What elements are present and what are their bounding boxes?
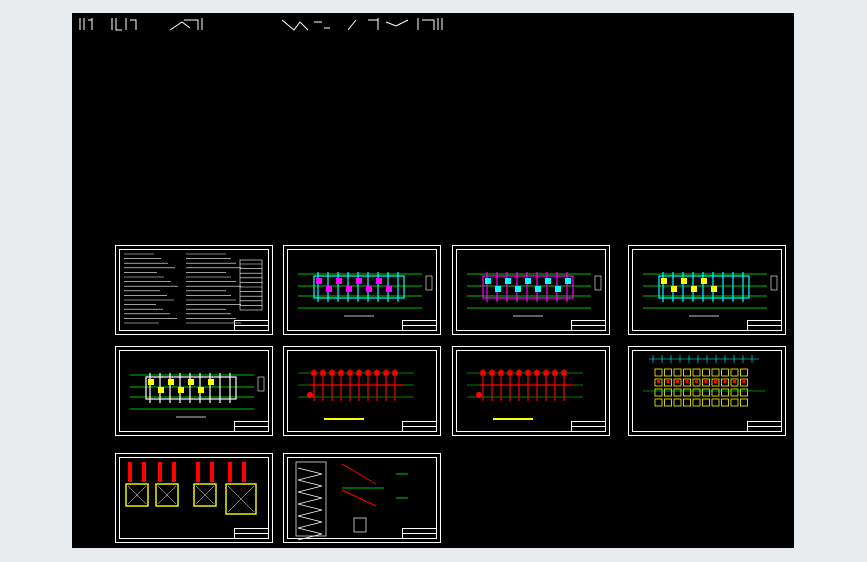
sheet-drawing bbox=[643, 355, 765, 407]
drawing-sheet-foundation-details[interactable] bbox=[115, 453, 273, 543]
drawing-canvas[interactable] bbox=[72, 13, 794, 548]
sheet-drawing bbox=[125, 462, 257, 515]
sheet-drawing bbox=[295, 461, 408, 541]
drawing-sheet-plan-4[interactable] bbox=[115, 346, 273, 436]
sheet-drawing bbox=[467, 272, 602, 317]
drawing-sheet-plan-2[interactable] bbox=[452, 245, 610, 335]
title-banner bbox=[79, 18, 443, 31]
drawing-sheet-general-notes[interactable] bbox=[115, 245, 273, 335]
sheet-drawing bbox=[298, 369, 414, 420]
drawing-sheet-plan-5[interactable] bbox=[283, 346, 441, 436]
drawing-sheet-plan-7[interactable] bbox=[628, 346, 786, 436]
drawing-sheet-stair-details[interactable] bbox=[283, 453, 441, 543]
drawing-sheet-plan-1[interactable] bbox=[283, 245, 441, 335]
drawing-sheet-plan-6[interactable] bbox=[452, 346, 610, 436]
drawing-sheet-plan-3[interactable] bbox=[628, 245, 786, 335]
sheet-drawing bbox=[643, 272, 778, 317]
sheet-drawing bbox=[130, 373, 265, 418]
sheet-drawing bbox=[467, 369, 583, 420]
sheet-drawing bbox=[298, 272, 433, 317]
sheet-drawing bbox=[124, 253, 263, 324]
